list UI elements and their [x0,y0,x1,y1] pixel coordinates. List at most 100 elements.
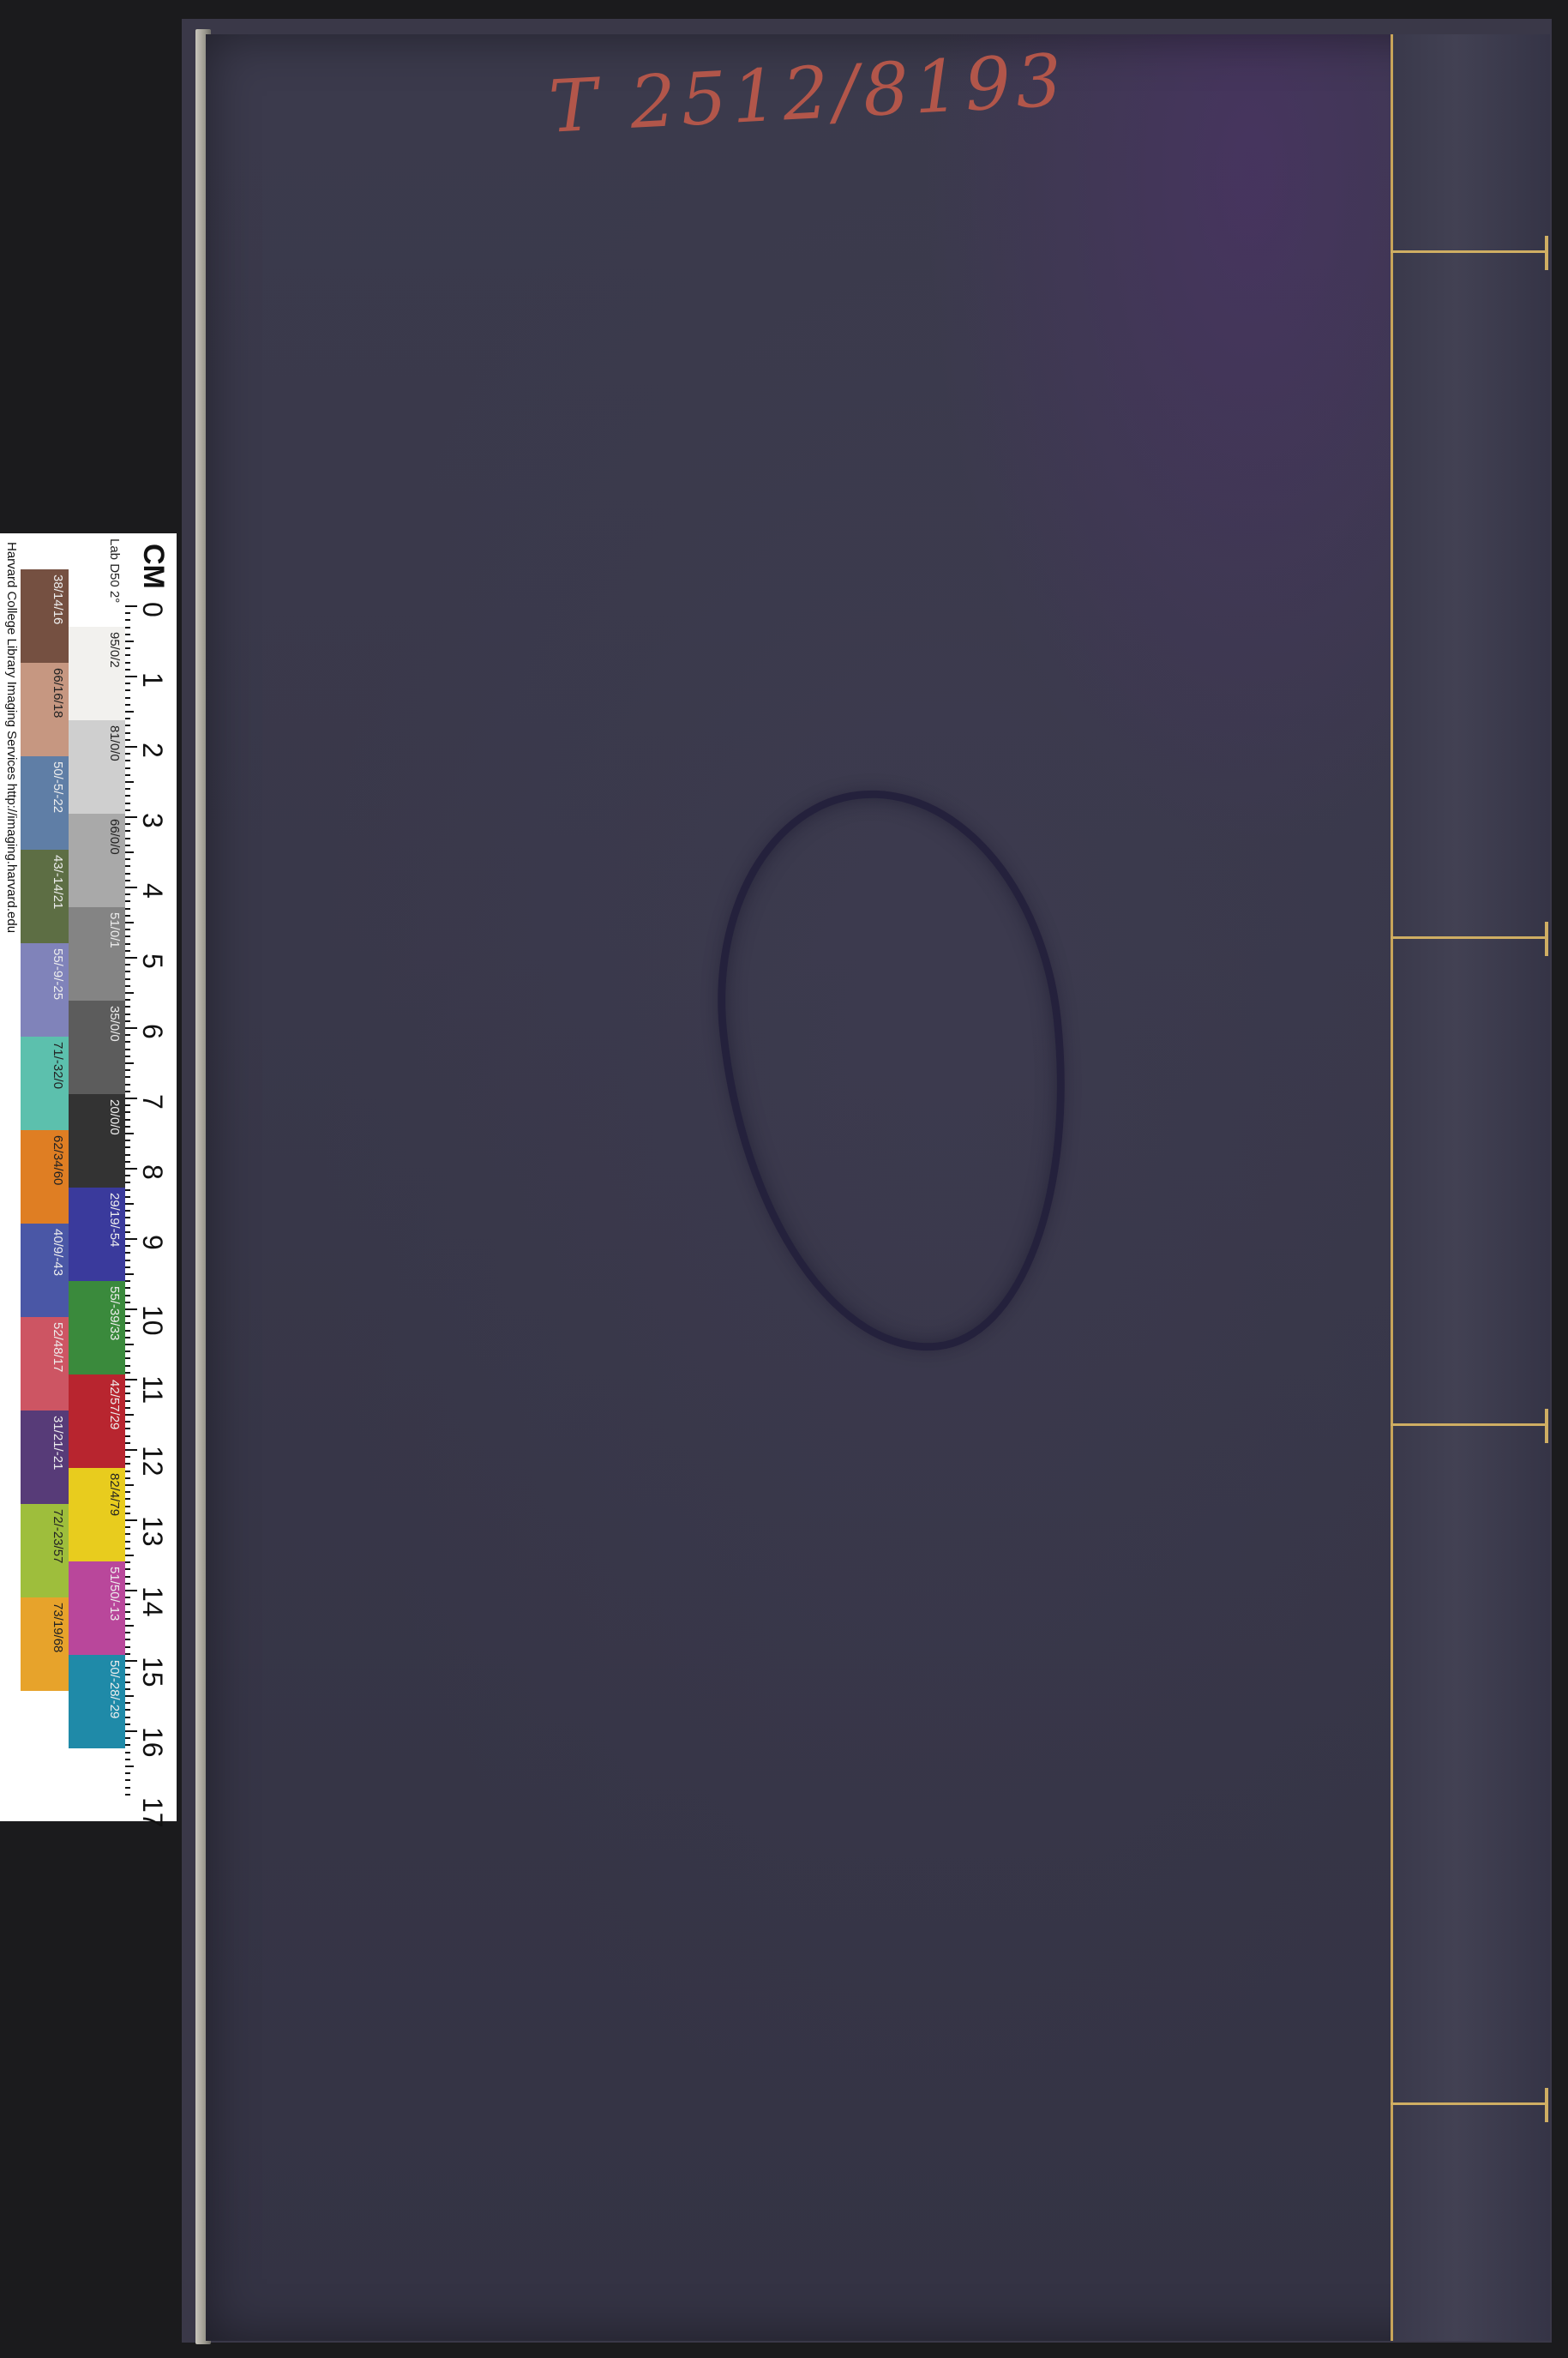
ruler-tick [125,1104,130,1107]
ruler-tick [125,746,137,748]
ruler-tick [125,711,134,713]
patch-label: 71/-32/0 [51,1042,65,1090]
ruler-tick [125,1357,130,1360]
ruler-tick [125,1652,130,1655]
ruler-tick [125,809,130,811]
ruler-tick [125,689,130,692]
ruler-tick [125,661,130,664]
binding-thread [1391,1423,1547,1426]
ruler-tick [125,887,137,888]
stitched-spine [1391,34,1550,2341]
color-patch: 20/0/0 [69,1094,125,1188]
ruler-tick [125,612,130,615]
ruler-tick [125,1772,130,1775]
ruler-tick [125,1639,130,1641]
ruler-tick [125,1336,130,1338]
ruler-tick [125,1315,130,1318]
ruler-tick [125,1660,137,1662]
color-patch: 66/0/0 [69,814,125,907]
patch-label: 50/-28/-29 [107,1660,122,1719]
ruler-tick [125,773,130,776]
ruler-tick [125,1568,130,1571]
ruler-tick [125,1055,130,1057]
color-patch: 81/0/0 [69,720,125,814]
cm-mark: 2 [137,743,168,758]
color-patch: 42/57/29 [69,1374,125,1468]
color-patch: 52/48/17 [21,1317,69,1411]
ruler-tick [125,971,130,973]
ruler-tick [125,1674,130,1676]
ruler-tick [125,1625,134,1627]
ruler-tick [125,654,130,657]
ruler-label: CM [137,544,170,589]
ruler-tick [125,641,134,642]
ruler-tick [125,1125,130,1128]
ruler-tick [125,1301,130,1303]
color-patch: 66/16/18 [21,663,69,756]
ruler-tick [125,1146,130,1149]
cm-mark: 5 [137,953,168,969]
ruler-tick [125,788,130,791]
ruler-tick [125,1287,130,1290]
cm-mark: 4 [137,883,168,899]
ruler-tick [125,865,130,868]
ruler-tick [125,767,130,769]
ruler-tick [125,1090,130,1092]
ruler-tick [125,823,130,826]
color-patch: 95/0/2 [69,627,125,720]
ruler-tick [125,1153,130,1156]
ruler-tick [125,1751,130,1753]
cm-mark: 3 [137,813,168,828]
ruler-tick [125,1758,130,1760]
patch-label: 62/34/60 [51,1135,65,1186]
ruler-tick [125,802,130,804]
ruler-tick [125,837,130,839]
binding-thread [1545,236,1548,270]
ruler-tick [125,1069,130,1072]
ruler-tick [125,1456,130,1459]
ruler-tick [125,1505,130,1507]
patch-label: 51/50/-13 [107,1567,122,1621]
ruler-tick [125,1645,130,1648]
ruler-tick [125,1526,130,1529]
ruler-tick [125,1294,130,1296]
ruler-tick [125,949,130,952]
patch-label: 72/-23/57 [51,1509,65,1564]
ruler-tick [125,830,130,833]
ruler-tick [125,942,130,945]
patch-label: 55/-9/-25 [51,948,65,1001]
ruler-tick [125,851,134,853]
ruler-tick [125,992,134,994]
ruler-tick [125,1188,130,1191]
ruler-tick [125,1737,130,1740]
ruler-tick [125,922,134,923]
ruler-tick [125,1399,130,1402]
ruler-tick [125,1484,134,1486]
ruler-tick [125,1617,130,1620]
binding-thread [1391,2102,1547,2105]
ruler-tick [125,1463,130,1465]
ruler-tick [125,1386,130,1388]
ruler-tick [125,1414,134,1416]
ruler-tick [125,1687,130,1690]
ruler-tick [125,1590,137,1591]
ruler-tick [125,1449,137,1451]
ruler-tick [125,1477,130,1479]
ruler-tick [125,1098,137,1099]
ruler-tick [125,1603,130,1606]
cm-mark: 16 [137,1727,168,1758]
color-patch: 50/-28/-29 [69,1655,125,1748]
ruler-tick [125,1547,130,1549]
binding-thread [1545,1409,1548,1443]
ruler-tick [125,1224,130,1226]
cm-mark: 10 [137,1305,168,1336]
ruler-tick [125,731,130,734]
ruler-tick [125,1210,130,1212]
patch-label: 55/-39/33 [107,1286,122,1341]
ruler-tick [125,914,130,917]
patch-label: 40/9/-43 [51,1229,65,1277]
ruler-tick [125,1632,130,1634]
ruler-tick [125,1441,130,1444]
ruler-tick [125,795,130,797]
ruler-tick [125,1540,130,1543]
